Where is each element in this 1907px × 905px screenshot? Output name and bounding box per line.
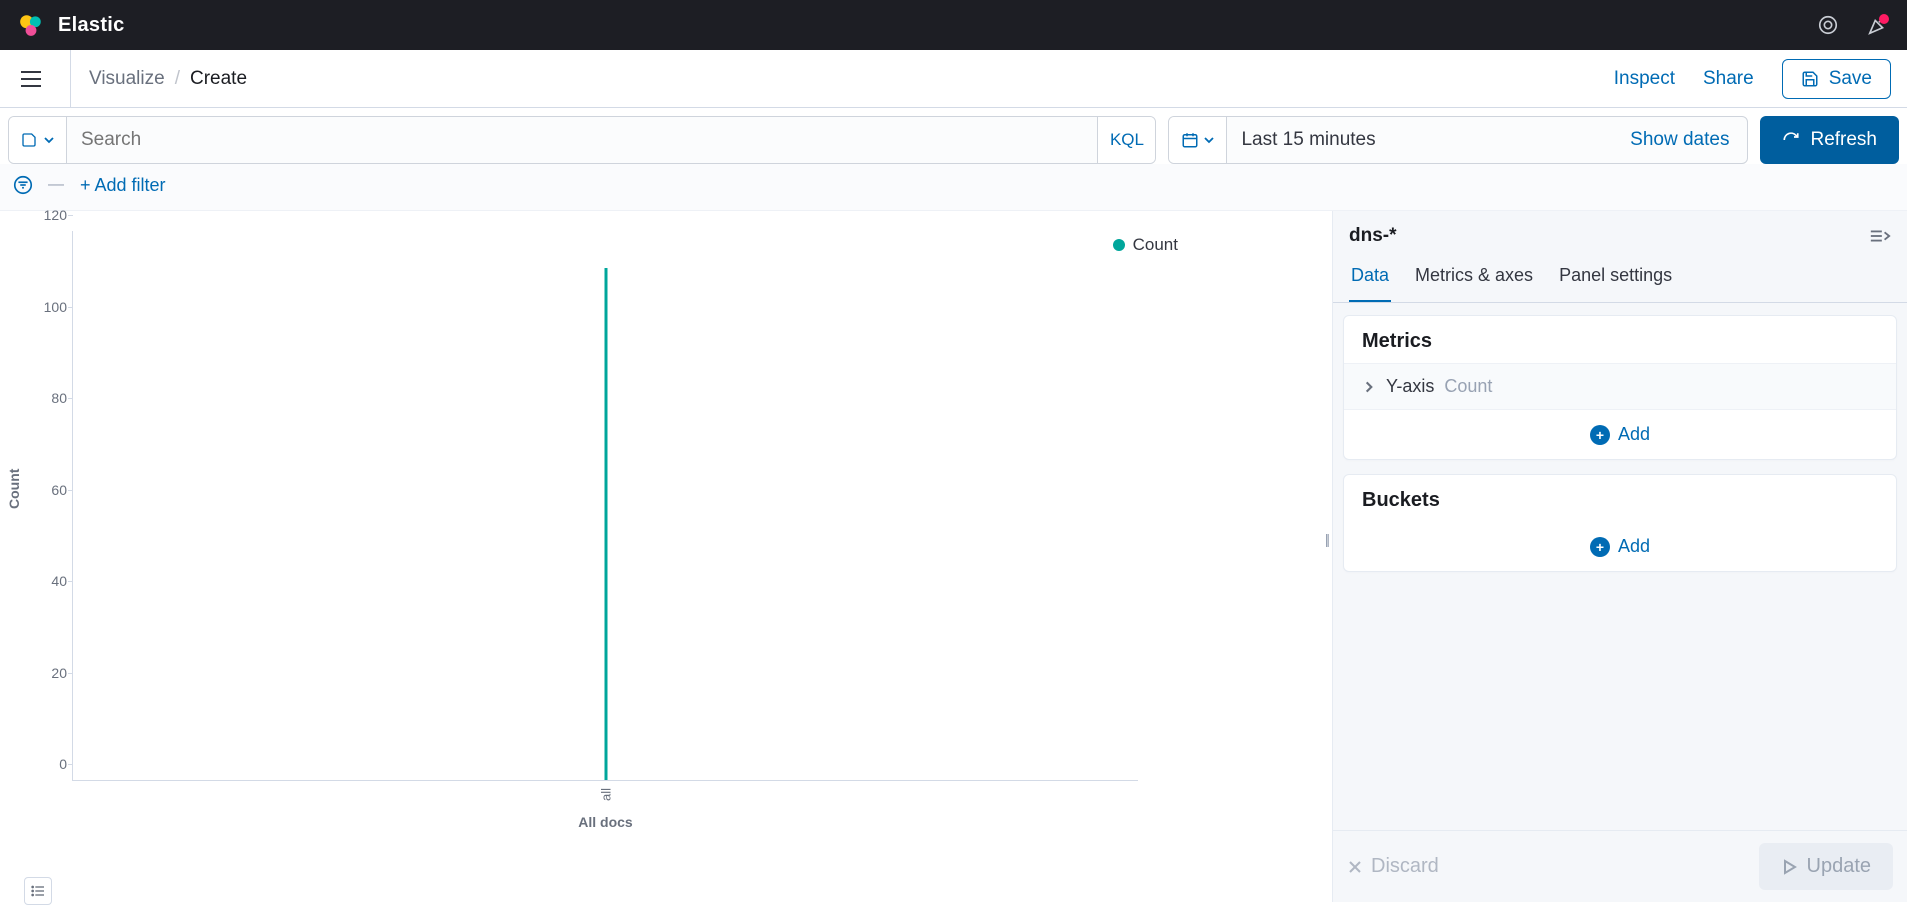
play-icon (1781, 859, 1797, 875)
chart-y-axis-title: Count (6, 469, 22, 509)
header-right (1817, 14, 1889, 36)
metric-item-label: Y-axis (1386, 376, 1434, 397)
refresh-button-label: Refresh (1810, 129, 1877, 151)
discard-label: Discard (1371, 855, 1439, 878)
search-input[interactable] (81, 129, 1083, 151)
refresh-button[interactable]: Refresh (1760, 116, 1899, 164)
add-filter-button[interactable]: + Add filter (80, 175, 166, 196)
date-picker-group: Last 15 minutes Show dates (1168, 116, 1748, 164)
x-tick: all (598, 788, 613, 801)
editor-cards: Metrics Y-axis Count + Add Buckets + Add (1333, 303, 1907, 584)
add-bucket-label: Add (1618, 536, 1650, 557)
panel-footer: Discard Update (1333, 830, 1907, 902)
buckets-card-title: Buckets (1344, 475, 1896, 522)
query-bar: KQL Last 15 minutes Show dates Refresh (0, 108, 1907, 164)
breadcrumb-parent[interactable]: Visualize (89, 68, 165, 90)
notification-dot-icon (1879, 14, 1889, 24)
close-icon (1347, 859, 1363, 875)
metrics-card-title: Metrics (1344, 316, 1896, 363)
filter-grip-icon: — (48, 176, 66, 194)
save-button-label: Save (1829, 68, 1872, 90)
index-pattern-title[interactable]: dns-* (1349, 225, 1397, 247)
breadcrumb: Visualize / Create (89, 68, 247, 90)
main-area: Count Count All docs 020406080100120all … (0, 211, 1907, 902)
breadcrumb-separator: / (175, 68, 180, 90)
filter-bar: — + Add filter (0, 164, 1907, 211)
update-label: Update (1807, 855, 1872, 878)
nav-toggle-button[interactable] (10, 64, 52, 94)
list-icon (30, 883, 46, 899)
y-tick: 120 (33, 207, 67, 223)
chart: Count Count All docs 020406080100120all (18, 221, 1138, 821)
panel-resize-handle[interactable]: || (1321, 527, 1332, 551)
add-bucket-button[interactable]: + Add (1344, 522, 1896, 571)
y-tick: 0 (33, 756, 67, 772)
chevron-down-icon (43, 134, 55, 146)
inspect-link[interactable]: Inspect (1614, 68, 1675, 90)
legend-series-label: Count (1133, 235, 1178, 255)
y-tick: 40 (33, 573, 67, 589)
saved-query-button[interactable] (9, 117, 67, 163)
share-link[interactable]: Share (1703, 68, 1754, 90)
y-tick: 80 (33, 390, 67, 406)
update-button[interactable]: Update (1759, 843, 1894, 890)
search-group: KQL (8, 116, 1156, 164)
editor-tabs: Data Metrics & axes Panel settings (1333, 255, 1907, 303)
add-metric-button[interactable]: + Add (1344, 410, 1896, 459)
tab-panel-settings[interactable]: Panel settings (1557, 255, 1674, 302)
kql-toggle[interactable]: KQL (1097, 117, 1155, 163)
disk-icon (21, 132, 37, 148)
chart-x-axis-title: All docs (578, 814, 632, 830)
tab-metrics-axes[interactable]: Metrics & axes (1413, 255, 1535, 302)
filter-menu-button[interactable] (12, 174, 34, 196)
global-header: Elastic (0, 0, 1907, 50)
chart-bar[interactable] (604, 268, 607, 780)
sub-header: Visualize / Create Inspect Share Save (0, 50, 1907, 108)
refresh-icon (1782, 131, 1800, 149)
y-tick: 60 (33, 482, 67, 498)
breadcrumb-current: Create (190, 68, 247, 90)
celebrate-icon[interactable] (1867, 14, 1889, 36)
search-input-wrap (67, 117, 1097, 163)
header-left: Elastic (18, 12, 125, 38)
y-tick: 20 (33, 665, 67, 681)
newsfeed-icon[interactable] (1817, 14, 1839, 36)
show-dates-link[interactable]: Show dates (1612, 117, 1747, 163)
discard-button[interactable]: Discard (1347, 855, 1439, 878)
chevron-down-icon (1203, 134, 1215, 146)
editor-side-panel: dns-* Data Metrics & axes Panel settings… (1332, 211, 1907, 902)
add-metric-label: Add (1618, 424, 1650, 445)
brand-name: Elastic (58, 14, 125, 37)
divider (70, 50, 71, 108)
y-tick: 100 (33, 299, 67, 315)
panel-header: dns-* (1333, 211, 1907, 255)
chart-plot[interactable]: All docs 020406080100120all (72, 231, 1138, 781)
date-range-text[interactable]: Last 15 minutes (1227, 117, 1612, 163)
chevron-right-icon (1362, 380, 1376, 394)
calendar-icon (1181, 131, 1199, 149)
buckets-card: Buckets + Add (1343, 474, 1897, 572)
save-icon (1801, 70, 1819, 88)
date-quick-button[interactable] (1169, 117, 1227, 163)
tab-data[interactable]: Data (1349, 255, 1391, 302)
collapse-panel-button[interactable] (1869, 227, 1891, 245)
legend-toggle-button[interactable] (24, 877, 52, 905)
elastic-logo-icon[interactable] (18, 12, 44, 38)
plus-circle-icon: + (1590, 537, 1610, 557)
metric-item[interactable]: Y-axis Count (1344, 363, 1896, 410)
sub-header-right: Inspect Share Save (1614, 59, 1891, 99)
save-button[interactable]: Save (1782, 59, 1891, 99)
sub-header-left: Visualize / Create (10, 50, 247, 108)
plus-circle-icon: + (1590, 425, 1610, 445)
metrics-card: Metrics Y-axis Count + Add (1343, 315, 1897, 460)
metric-item-value: Count (1444, 376, 1492, 397)
visualization-area: Count Count All docs 020406080100120all (0, 211, 1332, 902)
